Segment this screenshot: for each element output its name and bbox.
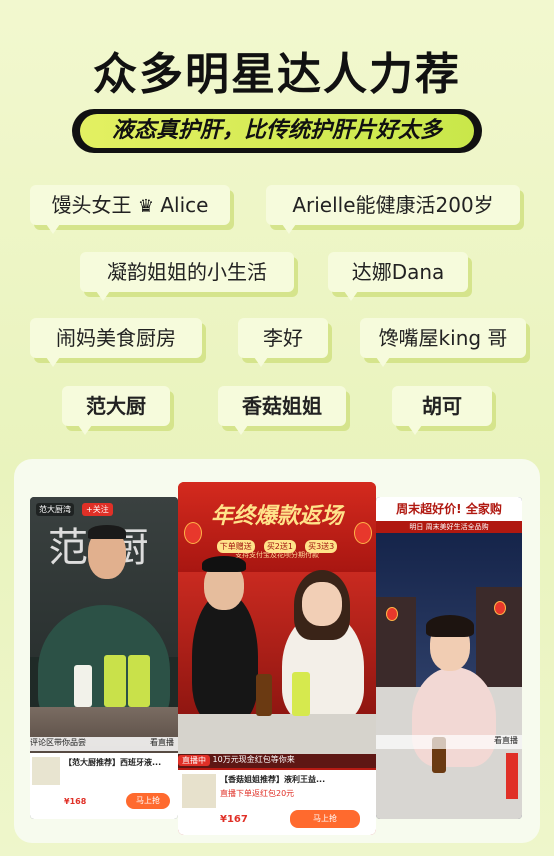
influencer-name-suffix: Alice: [160, 193, 209, 217]
livestream-card-chef[interactable]: 范 厨 范大厨湾 +关注 评论区带你品尝 看直播 【范大厨推荐】西班牙液... …: [30, 497, 178, 819]
weekend-subheader: 明日 周末美好生活全品购: [376, 521, 522, 533]
chef-hair: [88, 525, 126, 539]
influencer-name: Arielle能健康活200岁: [292, 193, 494, 217]
product-price: ¥168: [64, 797, 87, 806]
influencer-bubble: Arielle能健康活200岁: [266, 185, 520, 234]
influencer-bubble: 馒头女王 ♛ Alice: [30, 185, 230, 234]
influencer-name: 馋嘴屋king 哥: [378, 326, 508, 350]
influencer-bubble: 达娜Dana: [328, 252, 468, 301]
product-bottle: [74, 665, 92, 707]
subtitle-pill: 液态真护肝，比传统护肝片好太多: [72, 109, 482, 153]
view-live-link[interactable]: 看直播: [150, 737, 174, 748]
crown-icon: ♛: [137, 196, 155, 217]
product-card[interactable]: 【范大厨推荐】西班牙液... ¥168 马上抢: [30, 753, 178, 819]
influencer-bubble: 范大厨: [62, 386, 170, 435]
product-box: [128, 655, 150, 707]
lantern-icon: [184, 522, 202, 544]
influencer-name: 闹妈美食厨房: [56, 326, 176, 350]
host-male: [192, 592, 258, 722]
influencer-name: 凝韵姐姐的小生活: [107, 260, 267, 284]
product-promo: 直播下单返红包20元: [220, 789, 295, 798]
influencer-name: 范大厨: [86, 394, 146, 418]
influencer-bubble: 闹妈美食厨房: [30, 318, 202, 367]
page-title: 众多明星达人力荐: [93, 49, 461, 100]
influencer-bubble: 香菇姐姐: [218, 386, 346, 435]
livestream-card-couple[interactable]: 年终爆款返场 下单赠送 买2送1 买3送3 支持支付宝及花呗分期付款 直播中 1…: [178, 482, 376, 835]
live-badge: 直播中: [178, 755, 210, 766]
lantern-icon: [386, 607, 398, 621]
product-card[interactable]: 【香菇姐姐推荐】液利王益... 直播下单返红包20元 ¥167 马上抢: [178, 770, 376, 835]
buy-button[interactable]: 马上抢: [126, 793, 170, 809]
product-box: [104, 655, 126, 707]
promo-page: 众多明星达人力荐 液态真护肝，比传统护肝片好太多 馒头女王 ♛ Alice Ar…: [0, 0, 554, 856]
lantern-icon: [354, 522, 372, 544]
product-title: 【香菇姐姐推荐】液利王益...: [220, 775, 326, 784]
influencer-name: 胡可: [422, 394, 462, 418]
buy-button[interactable]: 马上抢: [290, 810, 360, 828]
livestream-card-host[interactable]: 周末超好价! 全家购 明日 周末美好生活全品购 看直播: [376, 497, 522, 819]
live-info: 10万元现金红包等你来: [212, 755, 295, 764]
influencer-name: 李好: [263, 326, 303, 350]
comment-hint: 评论区带你品尝: [30, 738, 86, 747]
influencer-name: 馒头女王: [51, 193, 132, 217]
product-bottle: [256, 674, 272, 716]
product-box: [292, 672, 310, 716]
influencer-name: 达娜Dana: [351, 260, 445, 284]
follow-button[interactable]: +关注: [82, 503, 113, 516]
view-live-link[interactable]: 看直播: [494, 735, 518, 746]
host-figure: [412, 667, 496, 767]
influencer-bubble: 馋嘴屋king 哥: [360, 318, 526, 367]
product-price: ¥167: [220, 814, 248, 825]
influencer-name: 香菇姐姐: [242, 394, 322, 418]
influencer-bubble: 李好: [238, 318, 328, 367]
weekend-header: 周末超好价! 全家购: [376, 497, 522, 521]
influencer-bubble: 胡可: [392, 386, 492, 435]
influencer-bubble: 凝韵姐姐的小生活: [80, 252, 294, 301]
side-banner: [506, 753, 518, 799]
product-title: 【范大厨推荐】西班牙液...: [64, 758, 162, 767]
host-male-hair: [202, 556, 246, 572]
subtitle-text: 液态真护肝，比传统护肝片好太多: [80, 114, 474, 148]
host-hair: [426, 615, 474, 637]
table: [178, 714, 376, 754]
product-thumbnail: [182, 774, 216, 808]
lantern-icon: [494, 601, 506, 615]
banner-title: 年终爆款返场: [210, 504, 343, 529]
streamer-badge: 范大厨湾: [36, 503, 74, 516]
product-thumbnail: [32, 757, 60, 785]
